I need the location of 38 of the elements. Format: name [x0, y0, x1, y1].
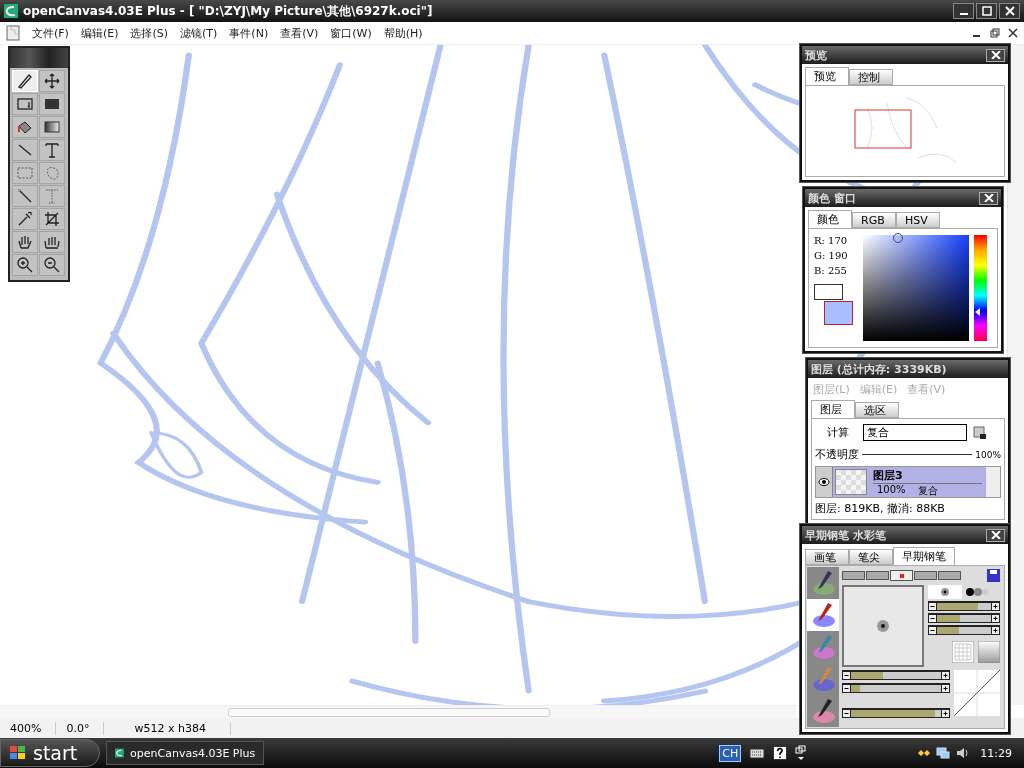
status-field: 400%: [0, 721, 57, 735]
menu-item[interactable]: 编辑(E): [80, 25, 119, 41]
help-icon[interactable]: [773, 746, 788, 760]
status-field: 0.0°: [56, 721, 105, 735]
menu-item[interactable]: 事件(N): [229, 25, 269, 41]
scroll-thumb[interactable]: [228, 708, 550, 717]
plus-icon[interactable]: [942, 709, 949, 717]
restore-icon[interactable]: [795, 745, 808, 761]
menu-item[interactable]: 选择(S): [130, 25, 169, 41]
maximize-button[interactable]: [976, 3, 997, 19]
minimize-button[interactable]: [953, 3, 974, 19]
minus-icon[interactable]: [843, 709, 850, 717]
language-indicator[interactable]: CH: [719, 744, 742, 762]
close-icon: [1004, 6, 1015, 16]
document-icon: [6, 25, 20, 41]
menu-item[interactable]: 文件(F): [32, 25, 69, 41]
horizontal-scrollbar[interactable]: [0, 705, 796, 718]
windows-logo-icon: [9, 745, 27, 761]
taskbar-button[interactable]: openCanvas4.03E Plus: [106, 741, 265, 765]
menu-item[interactable]: 窗口(W): [330, 25, 372, 41]
app-icon: [4, 4, 18, 18]
menu-item[interactable]: 帮助(H): [383, 25, 423, 41]
menu-item[interactable]: 滤镜(T): [180, 25, 218, 41]
slider[interactable]: [842, 708, 950, 718]
app-icon: [115, 746, 125, 760]
keyboard-icon[interactable]: [749, 747, 766, 759]
network-icon[interactable]: [917, 747, 932, 759]
close-button[interactable]: [999, 3, 1020, 19]
close-icon[interactable]: [1008, 28, 1018, 38]
window-title: openCanvas4.03E Plus - [ "D:\ZYJ\My Picture\其他\6927k.oci"]: [23, 2, 433, 20]
speaker-icon[interactable]: [955, 746, 970, 760]
menu-item[interactable]: 查看(V): [280, 25, 319, 41]
start-button[interactable]: start: [0, 739, 101, 767]
minimize-icon: [959, 13, 968, 15]
computer-icon[interactable]: [936, 746, 951, 760]
status-field: w512 x h384: [104, 721, 231, 735]
maximize-icon: [981, 6, 992, 16]
clock: 11:29: [980, 746, 1012, 760]
